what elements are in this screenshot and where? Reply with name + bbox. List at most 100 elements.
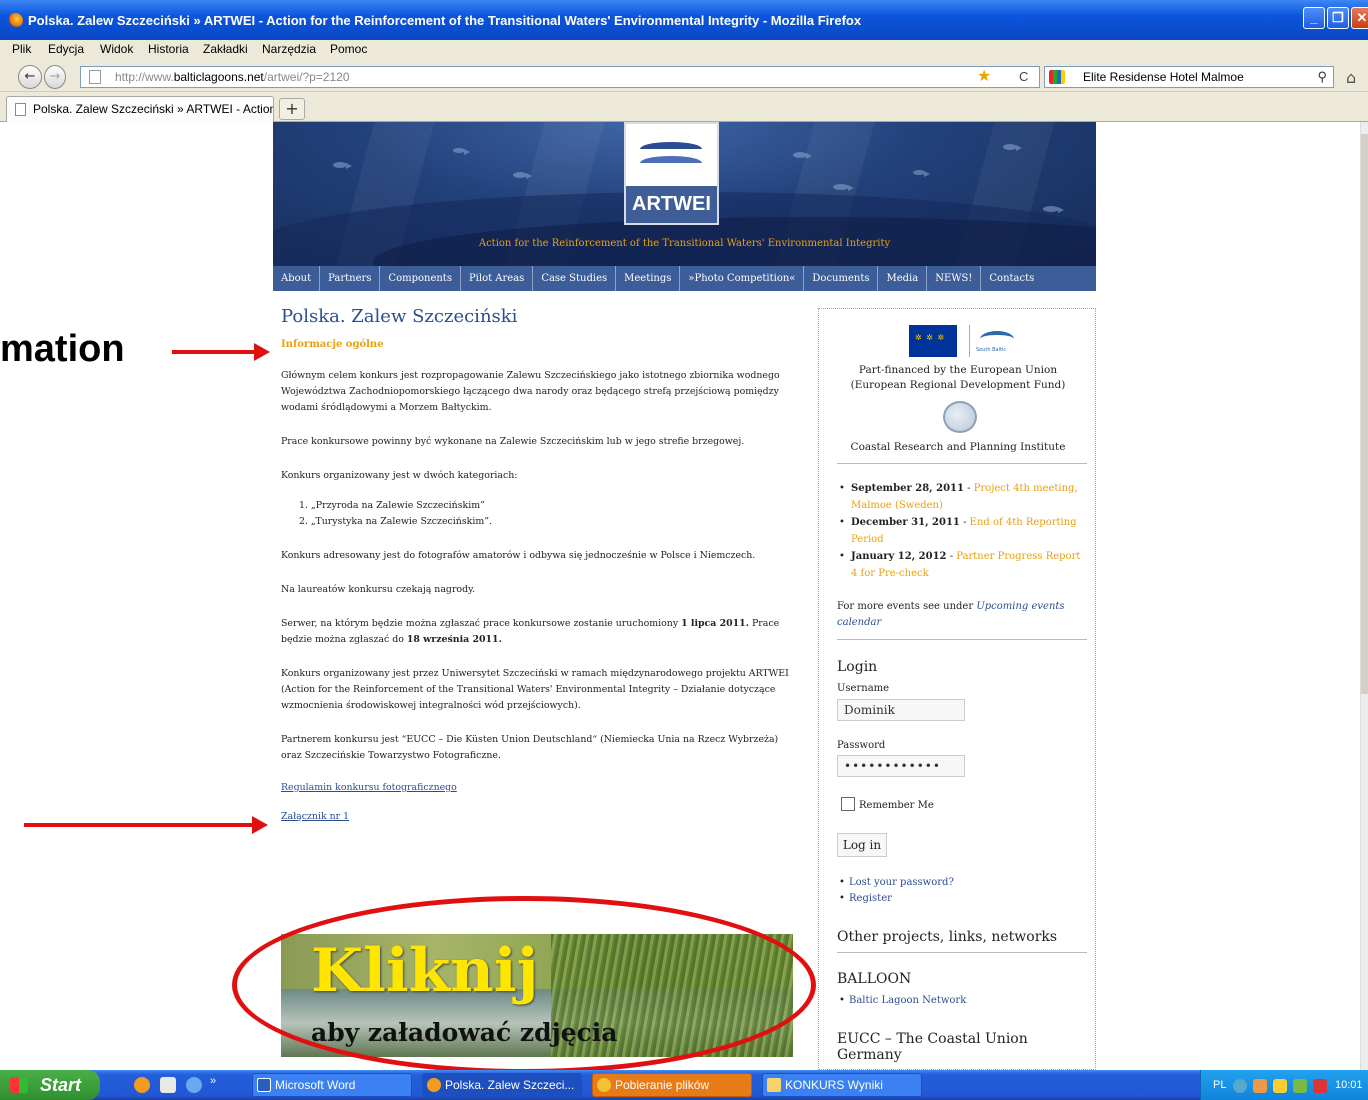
username-label: Username <box>837 683 890 694</box>
k-tray-icon[interactable] <box>1313 1079 1327 1093</box>
username-input[interactable]: Dominik <box>837 699 965 721</box>
close-button[interactable]: ✕ <box>1351 7 1368 29</box>
balloon-title: BALLOON <box>837 971 912 987</box>
menu-narzedzia[interactable]: Narzędzia <box>262 42 316 56</box>
annotation-ellipse <box>232 896 816 1070</box>
list-item: 1. „Przyroda na Zalewie Szczecińskim” <box>299 500 485 511</box>
nav-media[interactable]: Media <box>878 266 928 291</box>
password-input[interactable]: •••••••••••• <box>837 755 965 777</box>
institute-logo <box>943 401 977 433</box>
new-tab-button[interactable]: + <box>279 98 305 120</box>
navigation-toolbar: ← → http://www.balticlagoons.net/artwei/… <box>0 60 1368 92</box>
tab-strip: Polska. Zalew Szczeciński » ARTWEI - Act… <box>0 92 1368 122</box>
minimize-button[interactable]: _ <box>1303 7 1325 29</box>
network-tray-icon[interactable] <box>1293 1079 1307 1093</box>
ie-quicklaunch-icon[interactable] <box>186 1077 202 1093</box>
clock: 10:01 <box>1335 1079 1363 1091</box>
artwei-logo[interactable]: ARTWEI <box>624 122 719 225</box>
category-list: 1. „Przyroda na Zalewie Szczecińskim” 2.… <box>291 498 801 530</box>
annotation-arrow <box>24 816 268 834</box>
nav-meetings[interactable]: Meetings <box>616 266 681 291</box>
events-list: September 28, 2011 - Project 4th meeting… <box>839 481 1089 583</box>
paragraph-8: Partnerem konkursu jest “EUCC – Die Küst… <box>281 734 779 761</box>
url-domain: balticlagoons.net <box>173 70 264 84</box>
shield-tray-icon[interactable] <box>1273 1079 1287 1093</box>
search-engine-icon[interactable] <box>1049 70 1065 84</box>
quicklaunch-more-icon[interactable]: » <box>210 1075 216 1087</box>
lost-password-link[interactable]: Lost your password? <box>839 875 954 891</box>
search-icon[interactable]: ⚲ <box>1317 67 1327 87</box>
language-indicator[interactable]: PL <box>1213 1079 1226 1091</box>
back-arrow-tray-icon[interactable] <box>1233 1079 1247 1093</box>
baltic-lagoon-link[interactable]: Baltic Lagoon Network <box>839 993 966 1009</box>
task-firefox[interactable]: Polska. Zalew Szczeci... <box>422 1073 582 1097</box>
update-tray-icon[interactable] <box>1253 1079 1267 1093</box>
menu-widok[interactable]: Widok <box>100 42 133 56</box>
menu-historia[interactable]: Historia <box>148 42 189 56</box>
nav-photo-competition[interactable]: »Photo Competition« <box>680 266 805 291</box>
account-links: Lost your password? Register <box>839 875 954 907</box>
site-tagline: Action for the Reinforcement of the Tran… <box>478 238 891 249</box>
back-icon[interactable]: ← <box>18 65 42 89</box>
nav-pilot-areas[interactable]: Pilot Areas <box>461 266 534 291</box>
remember-me-checkbox[interactable] <box>841 797 855 811</box>
reload-icon[interactable]: C <box>1019 67 1028 87</box>
password-label: Password <box>837 740 886 751</box>
menu-bar: Plik Edycja Widok Historia Zakładki Narz… <box>0 40 1368 60</box>
annotation-label: mation <box>0 328 125 370</box>
page-title: Polska. Zalew Szczeciński <box>281 306 518 327</box>
paragraph-1: Głównym celem konkurs jest rozpropagowan… <box>281 370 780 413</box>
main-content: Polska. Zalew Szczeciński Informacje ogó… <box>281 306 801 822</box>
maximize-button[interactable]: ❐ <box>1327 7 1349 29</box>
start-button[interactable]: Start <box>0 1070 100 1100</box>
menu-plik[interactable]: Plik <box>12 42 31 56</box>
menu-zakladki[interactable]: Zakładki <box>203 42 248 56</box>
nav-news[interactable]: NEWS! <box>927 266 982 291</box>
tab-label: Polska. Zalew Szczeciński » ARTWEI - Act… <box>33 102 274 116</box>
annotation-arrow <box>172 343 270 361</box>
nav-about[interactable]: About <box>273 266 321 291</box>
url-bar[interactable]: http://www.balticlagoons.net/artwei/?p=2… <box>80 66 1040 88</box>
register-link[interactable]: Register <box>839 891 954 907</box>
firefox-icon <box>427 1078 441 1092</box>
tab-active[interactable]: Polska. Zalew Szczeciński » ARTWEI - Act… <box>6 96 274 122</box>
bookmark-star-icon[interactable]: ★ <box>977 67 991 87</box>
eu-flag-icon <box>909 325 957 357</box>
scrollbar[interactable] <box>1360 122 1368 1070</box>
remember-me-label: Remember Me <box>859 800 934 811</box>
nav-partners[interactable]: Partners <box>320 266 381 291</box>
balloon-links: Baltic Lagoon Network <box>839 993 966 1009</box>
page-icon <box>15 103 26 116</box>
task-folder[interactable]: KONKURS Wyniki <box>762 1073 922 1097</box>
regulamin-link[interactable]: Regulamin konkursu fotograficznego <box>281 782 801 793</box>
south-baltic-logo: South Baltic <box>969 325 1021 357</box>
zalacznik-link[interactable]: Załącznik nr 1 <box>281 811 801 822</box>
notepad-quicklaunch-icon[interactable] <box>160 1077 176 1093</box>
folder-icon <box>767 1078 781 1092</box>
task-word[interactable]: Microsoft Word <box>252 1073 412 1097</box>
other-projects-title: Other projects, links, networks <box>837 929 1058 945</box>
nav-case-studies[interactable]: Case Studies <box>533 266 617 291</box>
paragraph-2: Prace konkursowe powinny być wykonane na… <box>281 436 745 447</box>
page-viewport: ARTWEI Action for the Reinforcement of t… <box>0 122 1362 1070</box>
title-bar: Polska. Zalew Szczeciński » ARTWEI - Act… <box>0 0 1368 40</box>
nav-documents[interactable]: Documents <box>804 266 879 291</box>
menu-pomoc[interactable]: Pomoc <box>330 42 367 56</box>
url-prefix: http://www. <box>115 70 174 84</box>
paragraph-3: Konkurs organizowany jest w dwóch katego… <box>281 470 518 481</box>
sidebar: South Baltic Part-financed by the Europe… <box>818 308 1096 1070</box>
nav-components[interactable]: Components <box>380 266 461 291</box>
search-bar[interactable]: Elite Residense Hotel Malmoe ⚲ <box>1044 66 1334 88</box>
home-icon[interactable]: ⌂ <box>1346 68 1356 87</box>
more-events: For more events see under Upcoming event… <box>837 601 1065 628</box>
word-icon <box>257 1078 271 1092</box>
nav-contacts[interactable]: Contacts <box>981 266 1042 291</box>
firefox-quicklaunch-icon[interactable] <box>134 1077 150 1093</box>
forward-icon[interactable]: → <box>44 65 66 89</box>
url-path: /artwei/?p=2120 <box>263 70 350 84</box>
login-button[interactable]: Log in <box>837 833 887 857</box>
task-downloads[interactable]: Pobieranie plików <box>592 1073 752 1097</box>
site-nav: About Partners Components Pilot Areas Ca… <box>273 266 1096 291</box>
taskbar: Start » Microsoft Word Polska. Zalew Szc… <box>0 1070 1368 1100</box>
menu-edycja[interactable]: Edycja <box>48 42 84 56</box>
